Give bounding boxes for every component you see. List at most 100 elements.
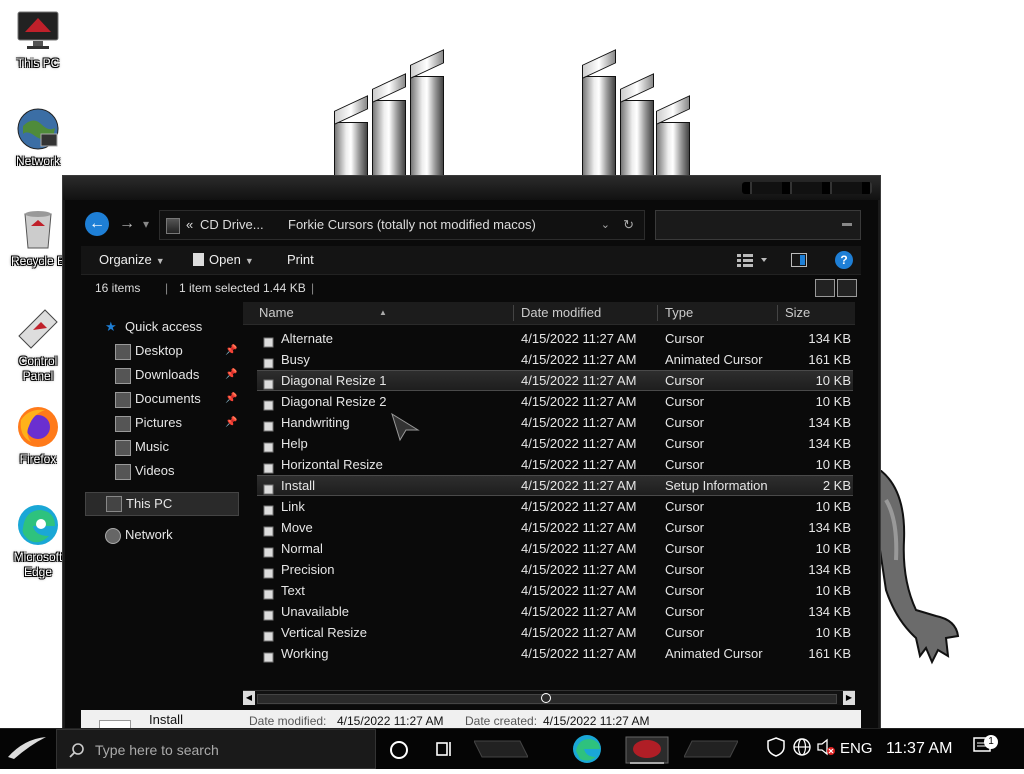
explorer-window[interactable]: ← → ▾ « CD Drive... Forkie Cursors (tota… — [62, 175, 881, 737]
file-row[interactable]: Install 4/15/2022 11:27 AM Setup Informati… — [257, 475, 853, 496]
cortana-icon[interactable] — [390, 741, 408, 759]
file-row[interactable]: Unavailable 4/15/2022 11:27 AM Cursor 134 K… — [257, 601, 853, 622]
task-view-icon[interactable] — [436, 740, 454, 763]
breadcrumb-overflow[interactable]: « — [186, 211, 193, 239]
file-row[interactable]: Move 4/15/2022 11:27 AM Cursor 134 KB — [257, 517, 853, 538]
nav-this-pc[interactable]: This PC — [85, 492, 239, 516]
column-header-name[interactable]: Name — [259, 302, 294, 324]
file-size: 2 KB — [822, 478, 851, 493]
file-size: 10 KB — [815, 541, 851, 556]
details-view-button[interactable] — [815, 279, 835, 297]
input-language-indicator[interactable]: ENG — [840, 729, 873, 769]
nav-pictures[interactable]: Pictures 📌 — [81, 412, 241, 434]
file-row[interactable]: Normal 4/15/2022 11:27 AM Cursor 10 KB — [257, 538, 853, 559]
print-button[interactable]: Print — [287, 246, 314, 274]
folder-search-input[interactable] — [655, 210, 861, 240]
help-button[interactable]: ? — [835, 251, 853, 269]
file-row[interactable]: Diagonal Resize 1 4/15/2022 11:27 AM Curso… — [257, 370, 853, 391]
desktop-icon-this-pc[interactable]: This PC — [2, 8, 74, 71]
file-row[interactable]: Alternate 4/15/2022 11:27 AM Cursor 134 KB — [257, 328, 853, 349]
file-row[interactable]: Precision 4/15/2022 11:27 AM Cursor 134 KB — [257, 559, 853, 580]
breadcrumb-current-folder[interactable]: Forkie Cursors (totally not modified mac… — [288, 211, 536, 239]
cursor-file-icon — [263, 543, 274, 558]
column-header-size[interactable]: Size — [785, 302, 810, 324]
volume-muted-icon[interactable] — [816, 729, 836, 769]
pin-icon[interactable]: 📌 — [225, 340, 237, 362]
recent-locations-dropdown[interactable]: ▾ — [143, 212, 153, 236]
cursor-file-icon — [263, 417, 274, 432]
monitor-icon — [15, 8, 61, 54]
address-dropdown-icon[interactable]: ⌄ — [601, 211, 610, 239]
file-row[interactable]: Busy 4/15/2022 11:27 AM Animated Cursor 161… — [257, 349, 853, 370]
nav-documents[interactable]: Documents 📌 — [81, 388, 241, 410]
network-icon — [105, 528, 121, 544]
file-row[interactable]: Vertical Resize 4/15/2022 11:27 AM Cursor 1… — [257, 622, 853, 643]
file-row[interactable]: Text 4/15/2022 11:27 AM Cursor 10 KB — [257, 580, 853, 601]
file-type: Animated Cursor — [665, 646, 763, 661]
clock[interactable]: 11:37 AM — [886, 729, 952, 769]
file-row[interactable]: Handwriting 4/15/2022 11:27 AM Cursor 134 K… — [257, 412, 853, 433]
file-type: Cursor — [665, 625, 705, 640]
taskbar: Type here to search ENG 11:37 AM 1 — [0, 728, 1024, 769]
details-modified-label: Date modified: — [249, 714, 327, 728]
file-name: Handwriting — [281, 415, 350, 430]
refresh-icon[interactable]: ↻ — [623, 211, 634, 239]
print-label: Print — [287, 252, 314, 267]
pin-icon[interactable]: 📌 — [225, 412, 237, 434]
file-list[interactable]: ▲ Name Date modified Type Size Alternate… — [243, 302, 855, 692]
sort-ascending-icon: ▲ — [379, 308, 387, 317]
cursor-file-icon — [263, 376, 274, 390]
file-row[interactable]: Diagonal Resize 2 4/15/2022 11:27 AM Curso… — [257, 391, 853, 412]
taskbar-edge-app[interactable] — [560, 733, 614, 765]
scroll-left-arrow[interactable]: ◀ — [243, 691, 255, 705]
window-title-bar[interactable] — [63, 176, 880, 200]
file-date-modified: 4/15/2022 11:27 AM — [521, 436, 637, 451]
documents-folder-icon — [115, 392, 131, 408]
nav-desktop[interactable]: Desktop 📌 — [81, 340, 241, 362]
search-icon — [69, 742, 85, 763]
column-header-type[interactable]: Type — [665, 302, 693, 324]
nav-label: Pictures — [135, 415, 182, 430]
file-size: 10 KB — [815, 373, 851, 388]
file-date-modified: 4/15/2022 11:27 AM — [521, 352, 637, 367]
address-bar[interactable]: « CD Drive... Forkie Cursors (totally no… — [159, 210, 645, 240]
notification-count-badge: 1 — [984, 735, 998, 749]
taskbar-explorer-app[interactable] — [620, 733, 674, 765]
open-button[interactable]: Open ▼ — [193, 246, 254, 275]
security-shield-icon[interactable] — [766, 729, 786, 769]
start-button[interactable] — [0, 729, 56, 769]
taskbar-search-box[interactable]: Type here to search — [56, 729, 376, 769]
preview-pane-button[interactable] — [791, 253, 807, 270]
back-button[interactable]: ← — [85, 212, 109, 236]
file-row[interactable]: Help 4/15/2022 11:27 AM Cursor 134 KB — [257, 433, 853, 454]
network-globe-icon[interactable] — [792, 729, 812, 769]
forward-button[interactable]: → — [119, 212, 139, 236]
cursor-file-icon — [263, 354, 274, 369]
file-type: Cursor — [665, 457, 705, 472]
horizontal-scrollbar[interactable]: ◀ ▶ — [243, 690, 855, 705]
notification-center-button[interactable]: 1 — [972, 729, 998, 769]
breadcrumb-cd-drive[interactable]: CD Drive... — [200, 211, 264, 239]
change-view-button[interactable] — [737, 253, 769, 270]
details-file-name: Install — [149, 712, 183, 727]
desktop-icon-label: This PC — [16, 56, 60, 70]
file-date-modified: 4/15/2022 11:27 AM — [521, 478, 637, 493]
file-size: 10 KB — [815, 625, 851, 640]
file-name: Diagonal Resize 1 — [281, 373, 387, 388]
organize-button[interactable]: Organize ▼ — [99, 246, 165, 275]
nav-downloads[interactable]: Downloads 📌 — [81, 364, 241, 386]
column-header-date[interactable]: Date modified — [521, 302, 601, 324]
file-name: Busy — [281, 352, 310, 367]
pin-icon[interactable]: 📌 — [225, 388, 237, 410]
search-placeholder: Type here to search — [95, 742, 219, 758]
file-row[interactable]: Working 4/15/2022 11:27 AM Animated Cursor… — [257, 643, 853, 664]
file-name: Install — [281, 478, 315, 493]
scroll-right-arrow[interactable]: ▶ — [843, 691, 855, 705]
file-row[interactable]: Horizontal Resize 4/15/2022 11:27 AM Curso… — [257, 454, 853, 475]
desktop-icon-network[interactable]: Network — [2, 106, 74, 169]
file-row[interactable]: Link 4/15/2022 11:27 AM Cursor 10 KB — [257, 496, 853, 517]
large-icons-view-button[interactable] — [837, 279, 857, 297]
file-type: Cursor — [665, 583, 705, 598]
pin-icon[interactable]: 📌 — [225, 364, 237, 386]
cursor-file-icon — [263, 606, 274, 621]
